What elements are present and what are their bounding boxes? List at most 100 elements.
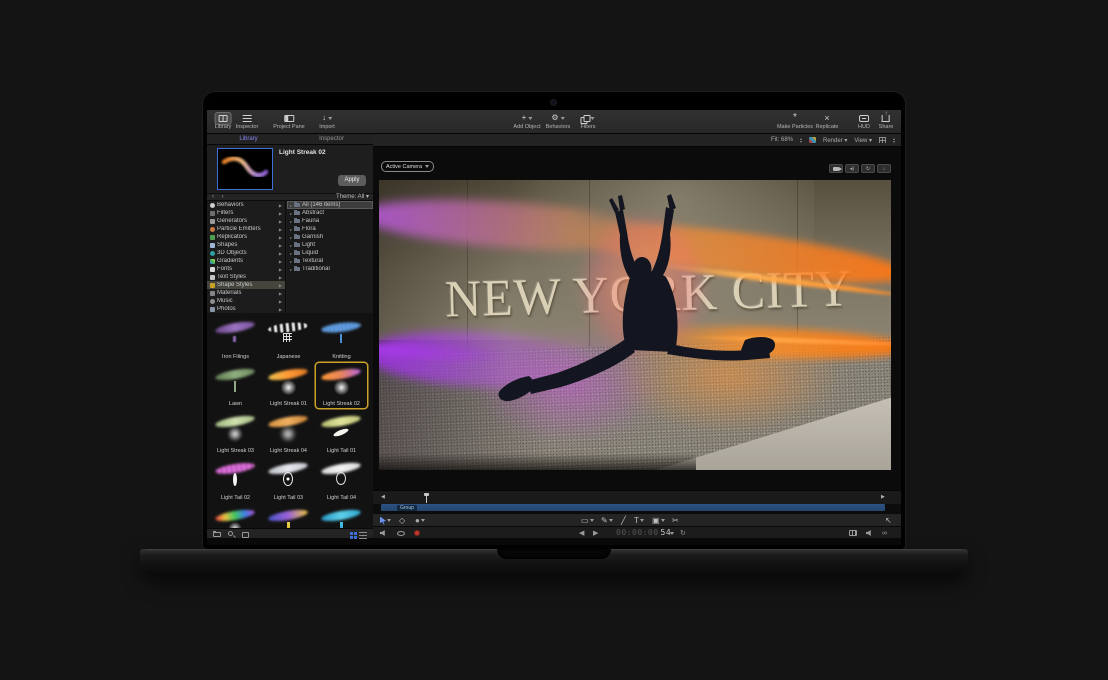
style-item[interactable]: Iron Filings (210, 316, 261, 361)
category-label: Fonts (217, 266, 277, 272)
category-label: Gradients (217, 258, 277, 264)
library-category[interactable]: Materials ▶ (207, 289, 285, 297)
style-item[interactable]: Knitting (316, 316, 367, 361)
active-camera-dropdown[interactable]: Active Camera (381, 161, 434, 172)
library-category[interactable]: Photos ▶ (207, 305, 285, 313)
audio-show-button[interactable] (866, 527, 873, 539)
library-folder[interactable]: ▸ Liquid (287, 249, 373, 257)
grid-view-icon[interactable] (350, 532, 353, 535)
project-pane-button[interactable]: Project Pane (273, 112, 305, 130)
library-category[interactable]: Behaviors ▶ (207, 201, 285, 209)
render-menu[interactable]: Render ▾ (823, 137, 847, 144)
style-item[interactable]: Light Streak 02 (316, 363, 367, 408)
library-category[interactable]: Fonts ▶ (207, 265, 285, 273)
filters-button[interactable]: Filters (581, 112, 596, 130)
loop-button[interactable] (397, 527, 405, 539)
back-forward-icons[interactable]: ‹ › (212, 194, 227, 201)
down-arrow-button[interactable]: ↓ (877, 164, 891, 173)
keyframe-link-button[interactable]: ∞ (882, 527, 887, 539)
library-category[interactable]: Generators ▶ (207, 217, 285, 225)
library-category[interactable]: Music ▶ (207, 297, 285, 305)
category-label: Text Styles (217, 274, 277, 280)
timecode-menu[interactable] (670, 527, 674, 539)
theme-selector[interactable]: Theme: All ▾ (336, 194, 369, 201)
prev-frame-button[interactable]: ◀ (579, 527, 584, 539)
library-toolbar-button[interactable]: Library (215, 112, 232, 130)
folder-icon (294, 211, 300, 215)
apply-button[interactable]: Apply (338, 175, 366, 186)
inspector-toolbar-button[interactable]: Inspector (236, 112, 259, 130)
timecode-display[interactable]: 00:00:0054 (616, 527, 671, 539)
style-item[interactable] (316, 504, 367, 528)
library-category[interactable]: Shapes ▶ (207, 241, 285, 249)
replicate-button[interactable]: × Replicate (816, 112, 839, 130)
style-item[interactable]: Light Streak 01 (263, 363, 314, 408)
clock-toggle[interactable]: ↻ (680, 527, 686, 539)
canvas-viewport[interactable]: Active Camera ◂) ↻ ↓ (373, 147, 901, 490)
style-item[interactable] (210, 504, 261, 528)
search-icon[interactable] (228, 531, 233, 536)
in-marker-icon[interactable]: ◀ (381, 494, 385, 500)
style-thumbnail (263, 410, 314, 446)
library-folder[interactable]: ▸ Textural (287, 257, 373, 265)
category-icon (210, 251, 215, 256)
style-item[interactable]: Lawn (210, 363, 261, 408)
library-folder[interactable]: ▸ Fauna (287, 217, 373, 225)
macbook-screen: Library Inspector Project Pane ↓ Import … (203, 92, 905, 549)
audio-button[interactable]: ◂) (845, 164, 859, 173)
library-folder[interactable]: ▸ Garnish (287, 233, 373, 241)
style-item[interactable]: Light Tail 01 (316, 410, 367, 455)
library-category[interactable]: Replicators ▶ (207, 233, 285, 241)
style-item[interactable]: Light Streak 04 (263, 410, 314, 455)
library-category[interactable]: Gradients ▶ (207, 257, 285, 265)
library-category[interactable]: Shape Styles ▶ (207, 281, 285, 289)
view-menu[interactable]: View ▾ (854, 137, 872, 144)
mute-button[interactable] (380, 527, 387, 539)
library-category[interactable]: Particle Emitters ▶ (207, 225, 285, 233)
library-folder[interactable]: ▸ Light (287, 241, 373, 249)
hud-button[interactable]: HUD (858, 112, 870, 130)
channels-icon[interactable] (809, 137, 816, 143)
library-category[interactable]: Filters ▶ (207, 209, 285, 217)
list-view-icon[interactable] (359, 532, 367, 539)
behaviors-button[interactable]: ⚙ Behaviors (546, 112, 570, 130)
style-item[interactable]: Light Tail 03 (263, 457, 314, 502)
library-folder[interactable]: ▸ Flora (287, 225, 373, 233)
twisty-icon: ▸ (290, 211, 292, 216)
style-item[interactable]: Light Tail 04 (316, 457, 367, 502)
add-to-library-icon[interactable] (242, 532, 249, 538)
library-category[interactable]: Text Styles ▶ (207, 273, 285, 281)
tab-inspector[interactable]: Inspector (290, 134, 373, 144)
category-icon (210, 275, 215, 280)
library-folder[interactable]: ▸ Traditional (287, 265, 373, 273)
new-folder-icon[interactable] (213, 532, 221, 537)
fit-zoom-control[interactable]: Fit: 68% (771, 137, 793, 143)
record-button[interactable] (414, 527, 420, 539)
library-folder[interactable]: ▸ Abstract (287, 209, 373, 217)
timeline-show-button[interactable] (849, 527, 857, 539)
twisty-icon: ▸ (290, 267, 292, 272)
style-item[interactable] (263, 504, 314, 528)
folder-icon (294, 251, 300, 255)
share-button[interactable]: Share (879, 112, 894, 130)
add-object-button[interactable]: + Add Object (513, 112, 540, 130)
tab-library[interactable]: Library (207, 134, 290, 144)
style-item[interactable]: Japanese (263, 316, 314, 361)
display-notch-bar (207, 96, 901, 110)
import-button[interactable]: ↓ Import (319, 112, 335, 130)
layout-stepper[interactable]: ▴▾ (893, 137, 895, 143)
refresh-button[interactable]: ↻ (861, 164, 875, 173)
style-item[interactable]: Light Streak 03 (210, 410, 261, 455)
playhead[interactable] (426, 493, 427, 503)
play-button[interactable]: ▶ (593, 527, 598, 539)
zoom-stepper[interactable]: ▴▾ (800, 137, 802, 143)
library-folder[interactable]: ▸ All (146 items) (287, 201, 373, 209)
camera-button[interactable] (829, 164, 843, 173)
layout-grid-icon[interactable] (879, 137, 886, 143)
mini-timeline[interactable]: ◀ ▶ (373, 490, 901, 504)
out-marker-icon[interactable]: ▶ (881, 494, 885, 500)
make-particles-button[interactable]: * Make Particles (777, 112, 813, 130)
library-category[interactable]: 3D Objects ▶ (207, 249, 285, 257)
timeline-group-bar[interactable]: Group (381, 504, 885, 511)
style-item[interactable]: Light Tail 02 (210, 457, 261, 502)
